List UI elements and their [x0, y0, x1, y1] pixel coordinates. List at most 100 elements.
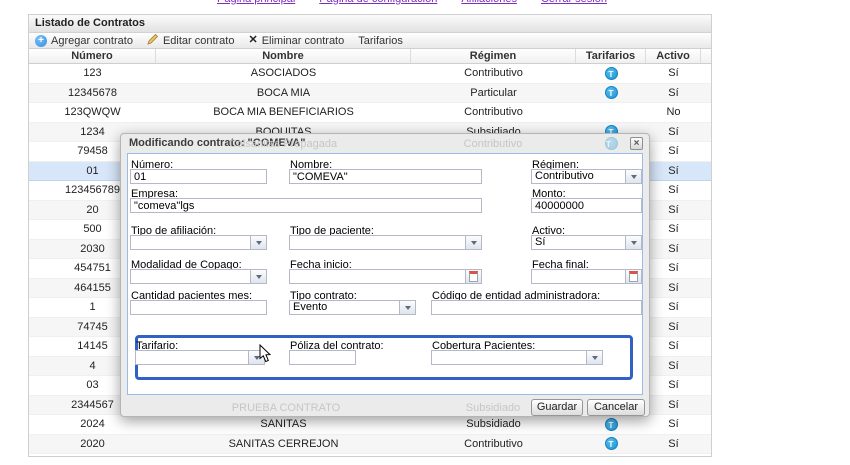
fecha-inicio-field[interactable]: [289, 269, 482, 284]
tarifario-icon[interactable]: T: [605, 437, 618, 450]
tipo-paciente-value: [290, 236, 465, 249]
nav-link-home[interactable]: Página principal: [217, 0, 295, 5]
chevron-down-icon[interactable]: [250, 270, 266, 283]
empresa-field[interactable]: [130, 198, 482, 213]
tarifario-icon[interactable]: T: [605, 418, 618, 431]
cell-nombre: SANITAS: [156, 415, 411, 434]
cantidad-pacientes-field[interactable]: [130, 300, 267, 315]
fecha-final-field[interactable]: [531, 269, 642, 284]
col-header-activo[interactable]: Activo: [646, 49, 701, 63]
tarifarios-button[interactable]: Tarifarios: [358, 35, 403, 47]
monto-field[interactable]: [531, 198, 642, 213]
cell-regimen: Particular: [411, 84, 576, 103]
ghost-tarifario-icon: T: [605, 137, 618, 150]
table-row[interactable]: 123QWQW BOCA MIA BENEFICIARIOS Contribut…: [29, 103, 711, 123]
cobertura-select[interactable]: [431, 350, 603, 365]
cell-filler: [701, 415, 711, 434]
cell-filler: [701, 142, 711, 161]
modalidad-copago-select[interactable]: [130, 269, 267, 284]
tarifario-value: [136, 351, 248, 364]
add-contract-label: Agregar contrato: [51, 35, 133, 47]
cell-activo: Sí: [646, 84, 701, 103]
cell-numero: 123QWQW: [29, 103, 156, 122]
mouse-cursor: [259, 344, 271, 366]
cell-activo: Sí: [646, 376, 701, 395]
tipo-afiliacion-select[interactable]: [130, 235, 267, 250]
calendar-icon[interactable]: [625, 270, 641, 283]
cell-tarifarios: T: [576, 84, 646, 103]
ghost-row-nombre-top: Colsanitas Prepagada: [229, 138, 337, 150]
cell-nombre: SANITAS CERREJON: [156, 435, 411, 454]
poliza-field[interactable]: [289, 350, 356, 365]
cell-filler: [701, 103, 711, 122]
cell-activo: Sí: [646, 415, 701, 434]
cell-filler: [701, 240, 711, 259]
activo-value: Sí: [532, 236, 625, 249]
tarifario-select[interactable]: [135, 350, 265, 365]
cell-activo: Sí: [646, 337, 701, 356]
cell-activo: Sí: [646, 181, 701, 200]
col-header-numero[interactable]: Número: [29, 49, 156, 63]
top-nav: Página principal Página de configuración…: [217, 0, 607, 5]
cell-activo: Sí: [646, 240, 701, 259]
col-header-nombre[interactable]: Nombre: [156, 49, 411, 63]
cell-filler: [701, 396, 711, 415]
cell-activo: Sí: [646, 435, 701, 454]
add-contract-button[interactable]: + Agregar contrato: [35, 35, 133, 47]
table-row[interactable]: 2020 SANITAS CERREJON Contributivo T Sí: [29, 435, 711, 455]
cell-activo: Sí: [646, 318, 701, 337]
modalidad-copago-value: [131, 270, 250, 283]
fecha-final-value: [532, 270, 625, 283]
tipo-contrato-select[interactable]: Evento: [289, 300, 416, 315]
calendar-icon[interactable]: [465, 270, 481, 283]
regimen-select[interactable]: Contributivo: [531, 169, 642, 184]
pencil-icon: [147, 33, 159, 48]
tarifario-icon[interactable]: T: [605, 67, 618, 80]
nav-link-afiliaciones[interactable]: Afiliaciones: [461, 0, 517, 5]
save-button[interactable]: Guardar: [531, 399, 583, 416]
close-icon[interactable]: ×: [630, 137, 643, 150]
cell-filler: [701, 357, 711, 376]
numero-field[interactable]: [130, 169, 267, 184]
chevron-down-icon[interactable]: [399, 301, 415, 314]
table-row[interactable]: 123 ASOCIADOS Contributivo T Sí: [29, 64, 711, 84]
cell-filler: [701, 298, 711, 317]
cell-filler: [701, 220, 711, 239]
cell-filler: [701, 162, 711, 181]
table-row[interactable]: 12345678 BOCA MIA Particular T Sí: [29, 84, 711, 104]
cell-activo: Sí: [646, 201, 701, 220]
nav-link-cerrar-sesion[interactable]: Cerrar sesión: [541, 0, 607, 5]
delete-contract-button[interactable]: ✕ Eliminar contrato: [248, 35, 344, 47]
col-header-tarifarios[interactable]: Tarifarios: [576, 49, 646, 63]
codigo-entidad-field[interactable]: [431, 300, 642, 315]
chevron-down-icon[interactable]: [465, 236, 481, 249]
table-row[interactable]: 2024 SANITAS Subsidiado T Sí: [29, 415, 711, 435]
x-icon: ✕: [248, 35, 257, 46]
cell-regimen: Contributivo: [411, 435, 576, 454]
cell-numero: 12345678: [29, 84, 156, 103]
edit-contract-button[interactable]: Editar contrato: [147, 33, 235, 48]
cell-regimen: Contributivo: [411, 64, 576, 83]
cell-numero: 123: [29, 64, 156, 83]
cell-filler: [701, 201, 711, 220]
activo-select[interactable]: Sí: [531, 235, 642, 250]
chevron-down-icon[interactable]: [625, 170, 641, 183]
cell-filler: [701, 279, 711, 298]
col-header-regimen[interactable]: Régimen: [411, 49, 576, 63]
nav-link-configuracion[interactable]: Página de configuración: [319, 0, 437, 5]
tipo-paciente-select[interactable]: [289, 235, 482, 250]
cell-nombre: ASOCIADOS: [156, 64, 411, 83]
cell-activo: Sí: [646, 396, 701, 415]
tarifario-icon[interactable]: T: [605, 86, 618, 99]
cell-nombre: BOCA MIA: [156, 84, 411, 103]
chevron-down-icon[interactable]: [586, 351, 602, 364]
cell-numero: 2020: [29, 435, 156, 454]
modal-form: Número: Nombre: Régimen: Contributivo Em…: [127, 153, 643, 395]
cell-filler: [701, 259, 711, 278]
cell-activo: Sí: [646, 279, 701, 298]
cancel-button[interactable]: Cancelar: [587, 399, 645, 416]
chevron-down-icon[interactable]: [250, 236, 266, 249]
nombre-field[interactable]: [289, 169, 482, 184]
fecha-inicio-value: [290, 270, 465, 283]
chevron-down-icon[interactable]: [625, 236, 641, 249]
